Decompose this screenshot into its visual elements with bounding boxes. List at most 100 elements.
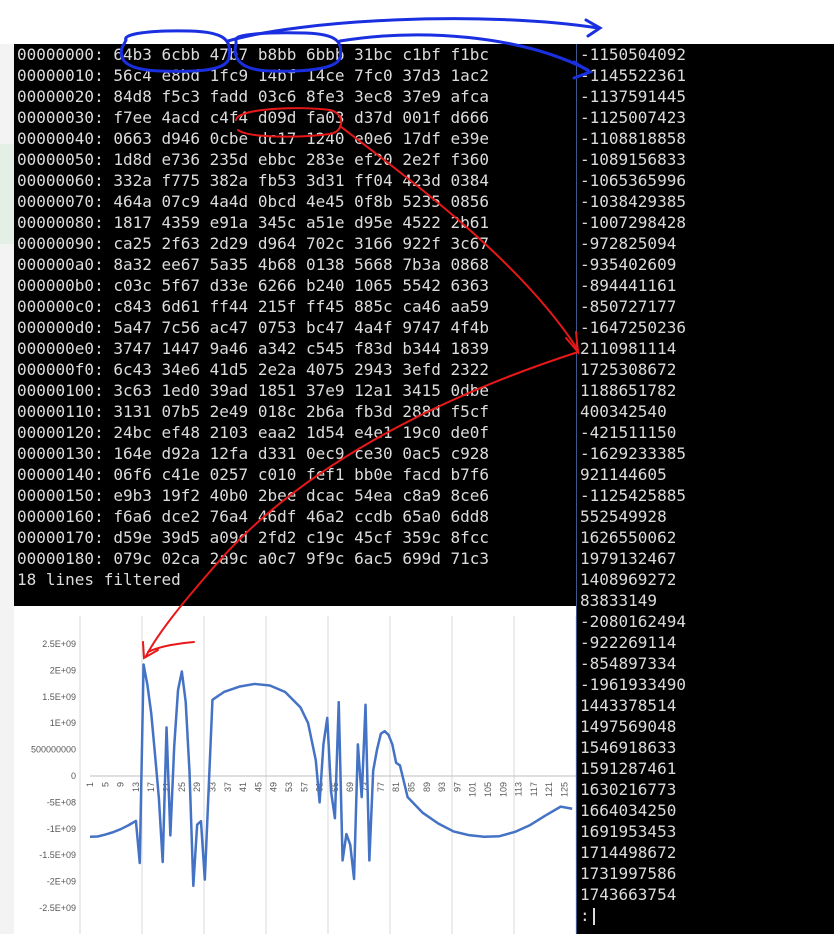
decimal-value-line: -1125425885 (580, 486, 686, 505)
decimal-value-line: 552549928 (580, 507, 667, 526)
x-axis-tick-label: 113 (514, 782, 524, 796)
x-axis-tick-label: 125 (560, 782, 570, 797)
decimal-value-line: -1125007423 (580, 108, 686, 127)
y-axis-tick-label: 0 (71, 771, 76, 781)
decimal-value-line: 1979132467 (580, 549, 677, 568)
decimal-value-line: 1443378514 (580, 696, 677, 715)
x-axis-tick-label: 25 (177, 782, 187, 792)
x-axis-tick-label: 89 (422, 782, 432, 792)
y-axis-tick-label: -2.5E+09 (39, 903, 76, 913)
decimal-value-line: -935402609 (580, 255, 677, 274)
decimal-value-line: -894441161 (580, 276, 677, 295)
decimal-value-line: 1591287461 (580, 759, 677, 778)
x-axis-tick-label: 69 (345, 782, 355, 792)
x-axis-tick-label: 13 (131, 782, 141, 792)
decimal-value-line: 1725308672 (580, 360, 677, 379)
hex-dump-line: 000000a0: 8a32 ee67 5a35 4b68 0138 5668 … (17, 255, 490, 274)
decimal-value-line: -850727177 (580, 297, 677, 316)
hex-dump-line: 00000170: d59e 39d5 a09d 2fd2 c19c 45cf … (17, 528, 490, 547)
x-axis-tick-label: 53 (284, 782, 294, 792)
y-axis-tick-label: -1.5E+09 (39, 850, 76, 860)
decimal-value-line: 1691953453 (580, 822, 677, 841)
decimal-value-line: -2080162494 (580, 612, 686, 631)
y-axis-tick-label: 1E+09 (50, 718, 76, 728)
decimal-value-line: 400342540 (580, 402, 667, 421)
x-axis-tick-label: 97 (452, 782, 462, 792)
hex-dump-line: 00000120: 24bc ef48 2103 eaa2 1d54 e4e1 … (17, 423, 490, 442)
decimal-value-line: -1089156833 (580, 150, 686, 169)
x-axis-tick-label: 37 (223, 782, 233, 792)
decimal-value-line: 83833149 (580, 591, 658, 610)
decimal-value-line: 921144605 (580, 465, 667, 484)
decimal-value-line: 1743663754 (580, 885, 677, 904)
x-axis-tick-label: 29 (192, 782, 202, 792)
hex-dump-line: 00000050: 1d8d e736 235d ebbc 283e ef20 … (17, 150, 490, 169)
decimal-output-lines: -1150504092 -1145522361 -1137591445 -112500… (580, 44, 686, 905)
decimal-value-line: 1546918633 (580, 738, 677, 757)
y-axis-tick-label: -5E+08 (47, 797, 76, 807)
decimal-value-line: -854897334 (580, 654, 677, 673)
x-axis-tick-label: 85 (406, 782, 416, 792)
x-axis-tick-label: 49 (269, 782, 279, 792)
x-axis-tick-label: 81 (391, 782, 401, 792)
x-axis-tick-label: 41 (238, 782, 248, 792)
hex-dump-lines: 00000000: 64b3 6cbb 47b7 b8bb 6bbb 31bc … (17, 44, 489, 569)
hex-dump-terminal[interactable]: 00000000: 64b3 6cbb 47b7 b8bb 6bbb 31bc … (14, 44, 576, 606)
hex-dump-line: 00000070: 464a 07c9 4a4d 0bcd 4e45 0f8b … (17, 192, 490, 211)
hex-dump-line: 000000f0: 6c43 34e6 41d5 2e2a 4075 2943 … (17, 360, 490, 379)
hex-dump-line: 00000180: 079c 02ca 2a9c a0c7 9f9c 6ac5 … (17, 549, 490, 568)
hex-dump-line: 00000060: 332a f775 382a fb53 3d31 ff04 … (17, 171, 490, 190)
hex-dump-line: 000000d0: 5a47 7c56 ac47 0753 bc47 4a4f … (17, 318, 490, 337)
decimal-value-line: -1108818858 (580, 129, 686, 148)
hex-dump-line: 00000090: ca25 2f63 2d29 d964 702c 3166 … (17, 234, 490, 253)
x-axis-tick-label: 121 (544, 782, 554, 797)
text-cursor (593, 908, 595, 925)
hex-dump-line: 00000000: 64b3 6cbb 47b7 b8bb 6bbb 31bc … (17, 45, 490, 64)
x-axis-tick-label: 1 (85, 782, 95, 787)
decimal-output-terminal[interactable]: -1150504092 -1145522361 -1137591445 -112500… (576, 44, 834, 934)
spreadsheet-background (0, 44, 15, 934)
hex-dump-line: 00000140: 06f6 c41e 0257 c010 fef1 bb0e … (17, 465, 490, 484)
x-axis-tick-label: 101 (468, 782, 478, 797)
y-axis-tick-label: -1E+09 (47, 824, 76, 834)
decimal-value-line: -972825094 (580, 234, 677, 253)
decimal-value-line: -922269114 (580, 633, 677, 652)
pager-prompt[interactable]: : (580, 905, 590, 926)
decimal-value-line: -1065365996 (580, 171, 686, 190)
hex-dump-line: 00000100: 3c63 1ed0 39ad 1851 37e9 12a1 … (17, 381, 490, 400)
chart-canvas: 2.5E+09 2E+09 1.5E+09 1E+09 500000000 0 -5E+08… (31, 616, 577, 934)
blue-arrow-head-1 (584, 18, 603, 38)
x-axis-tick-label: 5 (100, 782, 110, 787)
hex-dump-line: 000000c0: c843 6d61 ff44 215f ff45 885c … (17, 297, 490, 316)
decimal-value-line: -1961933490 (580, 675, 686, 694)
decimal-value-line: 1408969272 (580, 570, 677, 589)
decimal-value-line: 1664034250 (580, 801, 677, 820)
y-axis-tick-label: 500000000 (31, 745, 76, 755)
x-axis-tick-label: 77 (376, 782, 386, 792)
hex-dump-line: 00000110: 3131 07b5 2e49 018c 2b6a fb3d … (17, 402, 490, 421)
blue-arrow-annotation-1 (226, 17, 600, 43)
y-axis-tick-label: 1.5E+09 (42, 692, 76, 702)
decimal-value-line: 1731997586 (580, 864, 677, 883)
y-axis-tick-label: -2E+09 (47, 877, 76, 887)
decimal-value-line: -1150504092 (580, 45, 686, 64)
decimal-value-line: -1629233385 (580, 444, 686, 463)
decimal-value-line: -1647250236 (580, 318, 686, 337)
x-axis-tick-label: 57 (299, 782, 309, 792)
x-axis-tick-label: 109 (498, 782, 508, 797)
hex-dump-line: 00000130: 164e d92a 12fa d331 0ec9 ce30 … (17, 444, 490, 463)
decimal-value-line: -1137591445 (580, 87, 686, 106)
decimal-value-line: -421511150 (580, 423, 677, 442)
decimal-value-line: 1497569048 (580, 717, 677, 736)
line-chart[interactable]: 2.5E+09 2E+09 1.5E+09 1E+09 500000000 0 -5E+08… (14, 606, 577, 934)
hex-dump-line: 000000b0: c03c 5f67 d33e 6266 b240 1065 … (17, 276, 490, 295)
hex-dump-line: 00000160: f6a6 dce2 76a4 46df 46a2 ccdb … (17, 507, 490, 526)
decimal-value-line: 2110981114 (580, 339, 677, 358)
x-axis-tick-label: 117 (529, 782, 539, 796)
hex-dump-line: 00000020: 84d8 f5c3 fadd 03c6 8fe3 3ec8 … (17, 87, 490, 106)
filter-status-text: 18 lines filtered (17, 570, 181, 589)
decimal-value-line: 1188651782 (580, 381, 677, 400)
x-axis-tick-label: 45 (253, 782, 263, 792)
hex-dump-line: 00000150: e9b3 19f2 40b0 2bee dcac 54ea … (17, 486, 490, 505)
hex-dump-line: 000000e0: 3747 1447 9a46 a342 c545 f83d … (17, 339, 490, 358)
